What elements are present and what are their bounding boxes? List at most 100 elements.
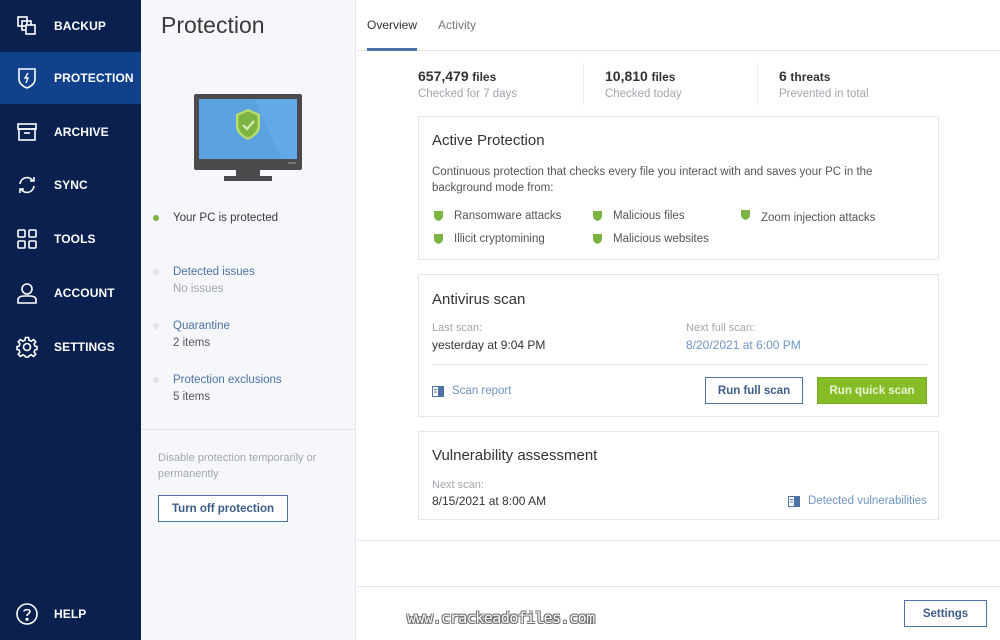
protected-monitor-illustration	[194, 94, 302, 189]
main-content: Overview Activity 657,479 files Checked …	[357, 0, 1000, 640]
panel-divider	[141, 429, 355, 430]
status-ok-dot	[153, 215, 159, 221]
feature-item: Ransomware attacks	[434, 210, 561, 222]
sidebar-item-label: SYNC	[54, 178, 88, 192]
next-scan-value[interactable]: 8/20/2021 at 6:00 PM	[686, 338, 801, 352]
scan-report-link[interactable]: Scan report	[432, 385, 511, 397]
sidebar-item-archive[interactable]: ARCHIVE	[0, 106, 141, 158]
sidebar-item-label: BACKUP	[54, 19, 106, 33]
sidebar-item-label: ARCHIVE	[54, 125, 109, 139]
next-scan-label: Next full scan:	[686, 322, 756, 334]
last-scan-value: yesterday at 9:04 PM	[432, 338, 546, 352]
sidebar-item-sync[interactable]: SYNC	[0, 159, 141, 211]
next-scan-value: 8/15/2021 at 8:00 AM	[432, 494, 547, 508]
stat-files-today: 10,810 files Checked today	[605, 68, 682, 100]
status-dot	[153, 323, 159, 329]
sidebar-item-label: TOOLS	[54, 232, 96, 246]
card-description: Continuous protection that checks every …	[432, 166, 873, 194]
footer-bar: www.crackeadofiles.com Settings	[357, 586, 1000, 640]
backup-icon	[15, 14, 39, 38]
next-vuln-scan-info: Next scan: 8/15/2021 at 8:00 AM	[432, 479, 546, 508]
sidebar-item-label: PROTECTION	[54, 71, 134, 85]
quarantine-section: Quarantine 2 items	[153, 320, 230, 349]
stat-divider	[757, 63, 758, 105]
quarantine-link[interactable]: Quarantine	[173, 320, 230, 332]
sidebar-item-tools[interactable]: TOOLS	[0, 213, 141, 265]
run-quick-scan-button[interactable]: Run quick scan	[817, 377, 927, 404]
disable-protection-hint: Disable protection temporarily or perman…	[158, 452, 317, 480]
protection-summary-panel: Protection Your PC is protected Detected…	[141, 0, 356, 640]
next-scan-label: Next scan:	[432, 479, 484, 491]
stat-divider	[583, 63, 584, 105]
stat-files-week: 657,479 files Checked for 7 days	[418, 68, 517, 100]
active-protection-card: Active Protection Continuous protection …	[418, 116, 939, 260]
watermark-text: www.crackeadofiles.com	[407, 609, 595, 627]
protection-exclusions-link[interactable]: Protection exclusions	[173, 374, 282, 386]
next-scan-info: Next full scan: 8/20/2021 at 6:00 PM	[686, 322, 801, 352]
shield-icon	[434, 234, 443, 244]
protection-exclusions-section: Protection exclusions 5 items	[153, 374, 282, 403]
detected-vulnerabilities-link[interactable]: Detected vulnerabilities	[788, 495, 927, 507]
shield-icon	[593, 211, 602, 221]
shield-icon	[741, 210, 750, 220]
sidebar-item-settings[interactable]: SETTINGS	[0, 321, 141, 373]
protection-status: Your PC is protected	[153, 212, 278, 224]
sidebar-item-backup[interactable]: BACKUP	[0, 0, 141, 52]
feature-item: Zoom injection attacks	[741, 210, 875, 224]
question-circle-icon	[15, 602, 39, 626]
card-title: Antivirus scan	[432, 291, 526, 308]
stat-label: Prevented in total	[779, 88, 869, 100]
detected-issues-value: No issues	[173, 283, 224, 295]
sidebar-item-protection[interactable]: PROTECTION	[0, 52, 141, 104]
stat-label: Checked today	[605, 88, 682, 100]
page-title: Protection	[161, 12, 265, 38]
run-full-scan-button[interactable]: Run full scan	[705, 377, 803, 404]
card-title: Active Protection	[432, 132, 545, 149]
tab-overview[interactable]: Overview	[367, 18, 417, 32]
status-text: Your PC is protected	[173, 212, 279, 224]
settings-button[interactable]: Settings	[904, 600, 987, 627]
report-icon	[788, 495, 800, 507]
stat-threats: 6 threats Prevented in total	[779, 68, 869, 100]
shield-icon	[434, 211, 443, 221]
stat-unit: files	[651, 70, 676, 84]
grid-icon	[15, 227, 39, 251]
feature-item: Malicious websites	[593, 233, 709, 245]
stat-value: 10,810	[605, 68, 648, 84]
card-title: Vulnerability assessment	[432, 447, 598, 464]
feature-item: Malicious files	[593, 210, 685, 222]
archive-box-icon	[15, 120, 39, 144]
feature-item: Illicit cryptomining	[434, 233, 545, 245]
sync-icon	[15, 173, 39, 197]
gear-icon	[15, 335, 39, 359]
tab-activity[interactable]: Activity	[438, 18, 476, 32]
stats-bar: 657,479 files Checked for 7 days 10,810 …	[357, 60, 1000, 105]
quarantine-count: 2 items	[173, 337, 211, 349]
content-divider	[357, 540, 1000, 541]
stat-value: 6	[779, 68, 787, 84]
antivirus-scan-card: Antivirus scan Last scan: yesterday at 9…	[418, 274, 939, 417]
report-icon	[432, 385, 444, 397]
detected-issues-section: Detected issues No issues	[153, 266, 255, 295]
status-dot	[153, 269, 159, 275]
shield-icon	[593, 234, 602, 244]
shield-bolt-icon	[15, 66, 39, 90]
sidebar-item-account[interactable]: ACCOUNT	[0, 267, 141, 319]
stat-value: 657,479	[418, 68, 469, 84]
sidebar: BACKUP PROTECTION ARCHIVE SYNC TOOLS ACC…	[0, 0, 141, 640]
stat-label: Checked for 7 days	[418, 88, 518, 100]
sidebar-item-label: ACCOUNT	[54, 286, 115, 300]
stat-unit: files	[472, 70, 497, 84]
last-scan-label: Last scan:	[432, 322, 483, 334]
sidebar-item-label: HELP	[54, 607, 87, 621]
sidebar-item-label: SETTINGS	[54, 340, 115, 354]
tab-bar: Overview Activity	[357, 0, 1000, 51]
sidebar-item-help[interactable]: HELP	[0, 588, 141, 640]
turn-off-protection-button[interactable]: Turn off protection	[158, 495, 288, 522]
active-tab-indicator	[367, 48, 417, 51]
user-icon	[15, 281, 39, 305]
card-divider	[432, 364, 927, 365]
stat-unit: threats	[790, 70, 831, 84]
detected-issues-link[interactable]: Detected issues	[173, 266, 255, 278]
vulnerability-assessment-card: Vulnerability assessment Next scan: 8/15…	[418, 431, 939, 520]
